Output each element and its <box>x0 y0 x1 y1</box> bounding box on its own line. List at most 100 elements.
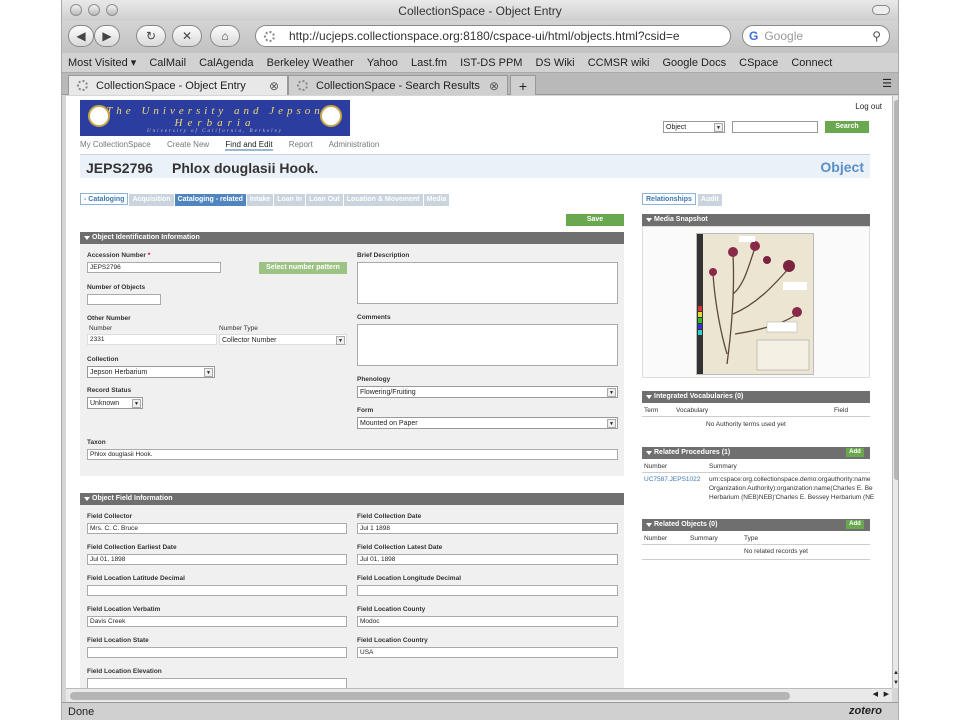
tab-audit[interactable]: Audit <box>697 194 722 206</box>
record-status-select[interactable]: Unknown ▼ <box>87 397 143 409</box>
tab-object-entry[interactable]: CollectionSpace - Object Entry ⊗ <box>68 75 288 95</box>
add-object-button[interactable]: Add <box>846 520 864 529</box>
bookmark-most-visited[interactable]: Most Visited ▾ <box>68 53 136 73</box>
bookmark-connect[interactable]: Connect <box>791 53 832 73</box>
tab-loan-in[interactable]: Loan In <box>274 194 306 206</box>
form-select[interactable]: Mounted on Paper ▼ <box>357 417 618 429</box>
tab-location-movement[interactable]: Location & Movement <box>343 194 423 206</box>
bookmark-google-docs[interactable]: Google Docs <box>662 53 726 73</box>
close-tab-icon[interactable]: ⊗ <box>489 79 499 93</box>
nav-my-collectionspace[interactable]: My CollectionSpace <box>80 140 151 149</box>
nav-create-new[interactable]: Create New <box>167 140 209 149</box>
bookmark-berkeley-weather[interactable]: Berkeley Weather <box>267 53 354 73</box>
bookmark-ccmsr-wiki[interactable]: CCMSR wiki <box>588 53 650 73</box>
elevation-field[interactable] <box>87 678 347 688</box>
tab-cataloging-related[interactable]: Cataloging - related <box>174 194 246 206</box>
scroll-left-icon[interactable]: ◀ <box>873 690 878 698</box>
add-procedure-button[interactable]: Add <box>846 448 864 457</box>
bookmark-yahoo[interactable]: Yahoo <box>367 53 398 73</box>
bookmark-calagenda[interactable]: CalAgenda <box>199 53 253 73</box>
earliest-date-field[interactable]: Jul 01, 1898 <box>87 554 347 565</box>
back-button[interactable]: ◀ <box>68 25 94 47</box>
stop-button[interactable]: ✕ <box>172 25 202 47</box>
divider <box>642 559 870 560</box>
search-type-select[interactable]: Object ▼ <box>663 121 725 133</box>
latest-date-field[interactable]: Jul 01, 1898 <box>357 554 618 565</box>
section-related-objects[interactable]: Related Objects (0) <box>642 519 870 531</box>
section-integrated-vocabularies[interactable]: Integrated Vocabularies (0) <box>642 391 870 403</box>
state-field[interactable] <box>87 647 347 658</box>
tab-relationships[interactable]: Relationships <box>642 193 696 205</box>
bookmark-ist-ds-ppm[interactable]: IST-DS PPM <box>460 53 522 73</box>
logo-line1: The University and Jepson <box>106 105 324 117</box>
phenology-select[interactable]: Flowering/Fruiting ▼ <box>357 386 618 398</box>
brief-description-field[interactable] <box>357 262 618 304</box>
taxon-field[interactable]: Phlox douglasii Hook. <box>87 449 618 460</box>
longitude-label: Field Location Longitude Decimal <box>357 575 462 582</box>
toolbar-toggle-button[interactable] <box>872 5 890 15</box>
horizontal-scrollbar[interactable]: ◀ ▶ <box>66 688 892 702</box>
select-number-pattern-button[interactable]: Select number pattern <box>259 262 347 274</box>
field-collection-date-field[interactable]: Jul 1 1898 <box>357 523 618 534</box>
bookmark-calmail[interactable]: CalMail <box>149 53 186 73</box>
bookmark-cspace[interactable]: CSpace <box>739 53 778 73</box>
new-tab-button[interactable]: + <box>510 75 536 95</box>
vertical-scrollbar[interactable]: ▲ ▼ <box>892 96 898 688</box>
section-related-procedures[interactable]: Related Procedures (1) <box>642 447 870 459</box>
zotero-icon[interactable]: zotero <box>849 705 882 717</box>
save-button[interactable]: Save <box>566 214 624 226</box>
country-field[interactable]: USA <box>357 647 618 658</box>
magnifier-icon[interactable]: ⚲ <box>872 29 881 43</box>
tab-loan-out[interactable]: Loan Out <box>306 194 343 206</box>
rp-number-link[interactable]: UC7587.JEPS1022 <box>644 476 700 483</box>
reload-button[interactable]: ↻ <box>136 25 166 47</box>
other-number-field[interactable]: 2331 <box>87 334 217 345</box>
tab-list-icon[interactable]: ☰ <box>882 77 892 90</box>
herbarium-specimen-image[interactable] <box>696 233 814 375</box>
nav-find-and-edit[interactable]: Find and Edit <box>225 140 273 151</box>
home-button[interactable]: ⌂ <box>210 25 240 47</box>
ro-empty-message: No related records yet <box>744 548 808 555</box>
forward-button[interactable]: ▶ <box>94 25 120 47</box>
record-tabs: - Cataloging Acquisition Cataloging - rela… <box>80 193 450 206</box>
tab-search-results[interactable]: CollectionSpace - Search Results ⊗ <box>288 75 508 95</box>
verbatim-label: Field Location Verbatim <box>87 606 161 613</box>
record-id: JEPS2796 <box>86 160 153 176</box>
divider <box>642 544 870 545</box>
horizontal-scroll-thumb[interactable] <box>70 692 790 700</box>
latitude-field[interactable] <box>87 585 347 596</box>
nav-report[interactable]: Report <box>289 140 313 149</box>
section-object-field-information[interactable]: Object Field Information <box>80 493 624 505</box>
header-search-input[interactable] <box>732 121 818 133</box>
logo-line2: Herbaria <box>174 117 256 129</box>
section-object-identification[interactable]: Object Identification Information <box>80 232 624 244</box>
accession-number-field[interactable]: JEPS2796 <box>87 262 221 273</box>
number-type-select[interactable]: Collector Number ▼ <box>219 334 347 345</box>
field-collector-field[interactable]: Mrs. C. C. Bruce <box>87 523 347 534</box>
scroll-down-icon[interactable]: ▼ <box>893 680 898 686</box>
logout-link[interactable]: Log out <box>855 102 882 111</box>
vertical-scroll-thumb[interactable] <box>894 100 898 480</box>
tab-cataloging[interactable]: - Cataloging <box>80 193 129 205</box>
tab-acquisition[interactable]: Acquisition <box>129 194 174 206</box>
scroll-right-icon[interactable]: ▶ <box>884 690 889 698</box>
search-button[interactable]: Search <box>825 121 869 133</box>
tab-media[interactable]: Media <box>423 194 450 206</box>
number-of-objects-field[interactable] <box>87 294 161 305</box>
scroll-up-icon[interactable]: ▲ <box>893 670 898 676</box>
section-media-snapshot[interactable]: Media Snapshot <box>642 214 870 226</box>
verbatim-field[interactable]: Davis Creek <box>87 616 347 627</box>
bookmark-lastfm[interactable]: Last.fm <box>411 53 447 73</box>
other-number-label: Other Number <box>87 315 131 322</box>
county-field[interactable]: Modoc <box>357 616 618 627</box>
collection-select[interactable]: Jepson Herbarium ▼ <box>87 366 215 378</box>
web-search-box[interactable]: G Google ⚲ <box>742 25 890 47</box>
tab-label: CollectionSpace - Search Results <box>316 79 480 92</box>
bookmark-ds-wiki[interactable]: DS Wiki <box>536 53 575 73</box>
longitude-field[interactable] <box>357 585 618 596</box>
tab-intake[interactable]: Intake <box>246 194 274 206</box>
comments-field[interactable] <box>357 324 618 366</box>
address-bar[interactable]: http://ucjeps.collectionspace.org:8180/c… <box>255 25 731 47</box>
nav-administration[interactable]: Administration <box>329 140 380 149</box>
close-tab-icon[interactable]: ⊗ <box>269 79 279 93</box>
